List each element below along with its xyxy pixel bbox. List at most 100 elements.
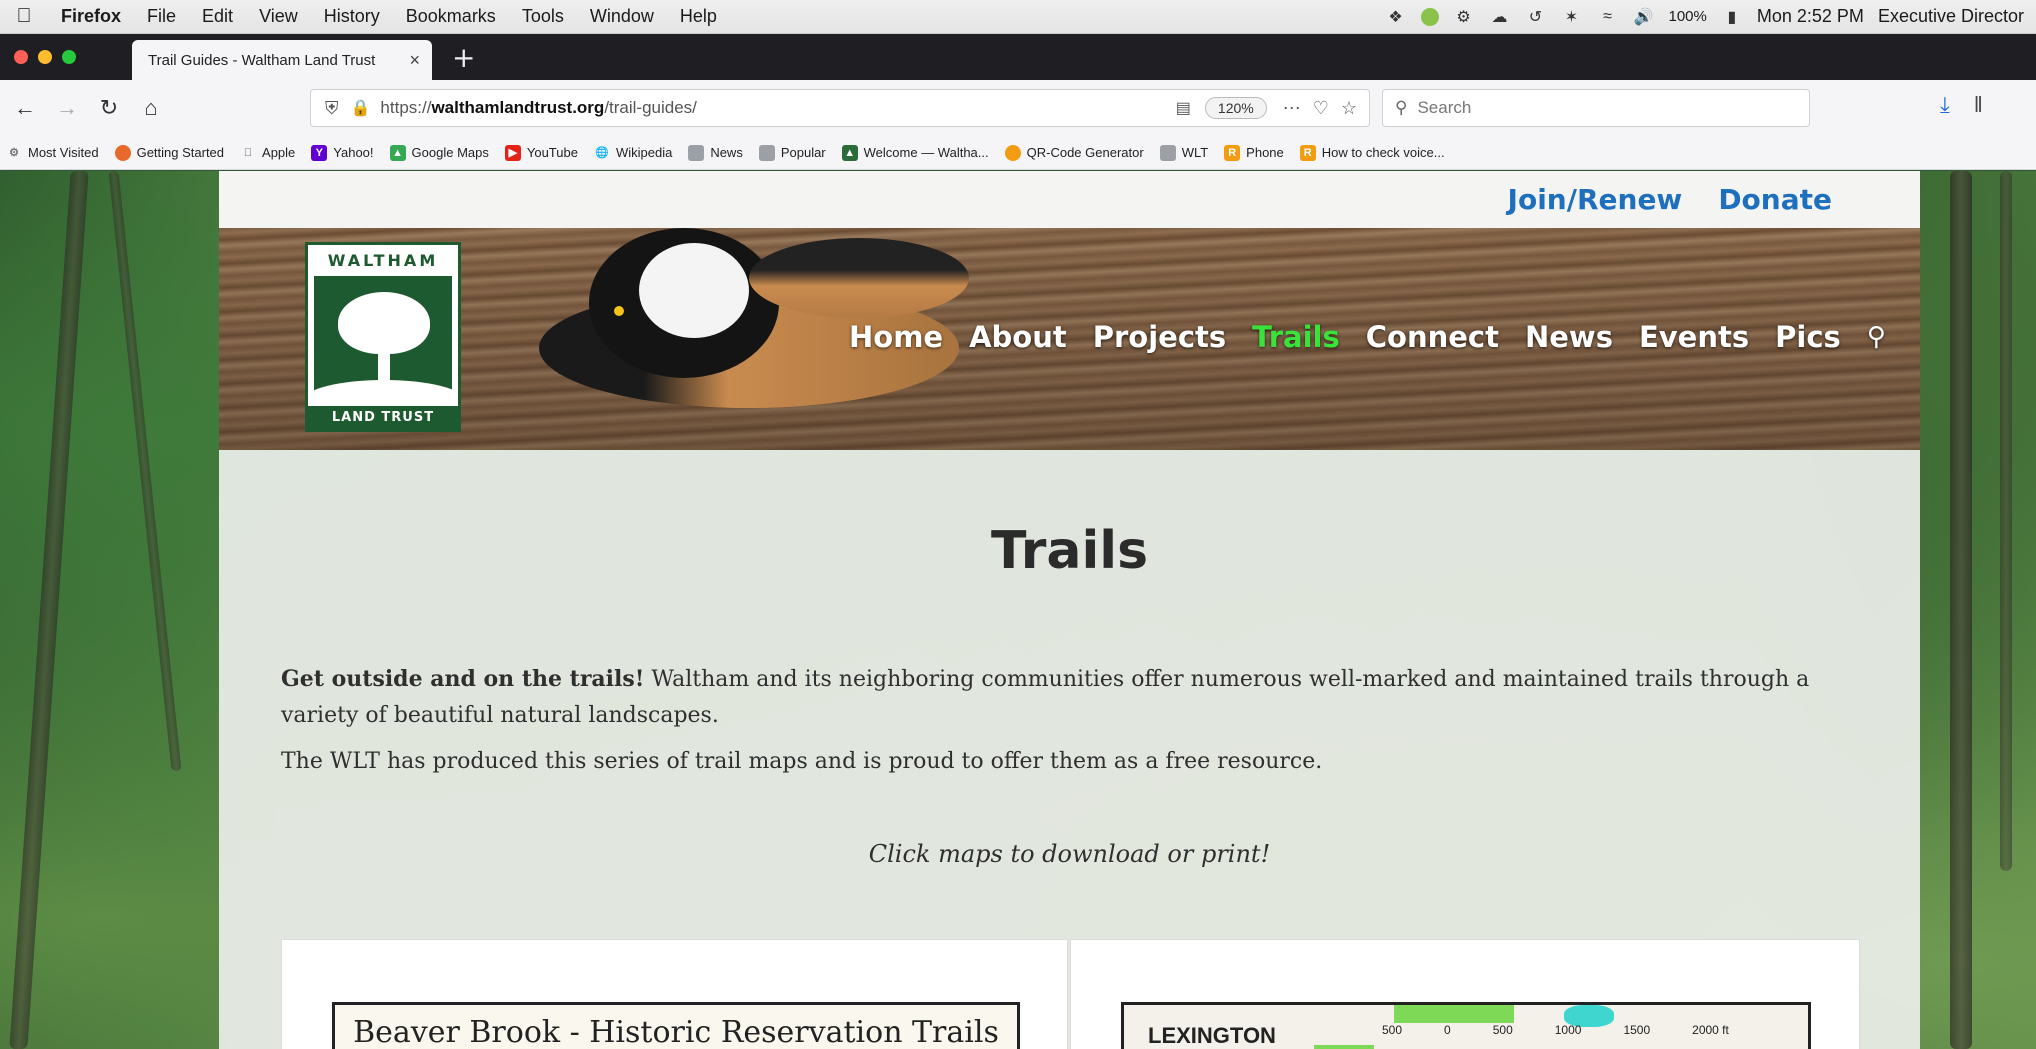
search-bar[interactable]: ⚲ Search [1382,89,1810,127]
cloud-icon[interactable]: ☁ [1489,6,1511,28]
forward-icon[interactable]: → [50,91,84,125]
folder-icon [688,144,705,161]
tab-trail-guides[interactable]: Trail Guides - Waltham Land Trust × [132,40,432,80]
bookmark-apple[interactable]:  Apple [240,145,295,161]
header-banner: WALTHAM LAND TRUST Home About Projects T… [219,228,1920,450]
bookmark-youtube[interactable]: ▶ YouTube [504,144,578,161]
nav-events[interactable]: Events [1639,320,1749,354]
nav-pics[interactable]: Pics [1775,320,1841,354]
logo-text-top: WALTHAM [327,251,439,270]
bookmark-label: QR-Code Generator [1026,145,1144,160]
beaver-brook-map-thumbnail[interactable]: Beaver Brook - Historic Reservation Trai… [332,1002,1020,1049]
lexington-map-thumbnail[interactable]: LEXINGTON 500 0 500 1000 1500 2000 ft [1121,1002,1811,1049]
macos-menubar:  Firefox File Edit View History Bookmar… [0,0,2036,34]
scale-label: 500 [1382,1023,1403,1037]
new-tab-button[interactable]: + [432,41,493,80]
bluetooth-icon[interactable]: ✶ [1561,6,1583,28]
tracking-shield-icon[interactable]: ⛨ [325,98,339,119]
menu-view[interactable]: View [246,6,311,27]
bookmark-label: YouTube [526,145,578,160]
trail-map-card[interactable]: Beaver Brook - Historic Reservation Trai… [281,939,1068,1049]
bookmark-yahoo[interactable]: Y Yahoo! [311,144,374,161]
search-icon: ⚲ [1395,98,1408,117]
url-text[interactable]: https://walthamlandtrust.org/trail-guide… [380,98,1175,118]
menu-bookmarks[interactable]: Bookmarks [393,6,509,27]
zoom-level[interactable]: 120% [1204,97,1267,119]
downloads-icon[interactable]: ⤓ [1940,92,1950,118]
waltham-land-trust-logo[interactable]: WALTHAM LAND TRUST [305,242,461,432]
sync-icon[interactable]: ⚙ [1453,6,1475,28]
trail-map-card[interactable]: LEXINGTON 500 0 500 1000 1500 2000 ft [1070,939,1860,1049]
nav-connect[interactable]: Connect [1366,320,1499,354]
clock[interactable]: Mon 2:52 PM [1757,6,1864,27]
bookmark-news[interactable]: News [688,144,743,161]
close-window-button[interactable] [14,50,28,64]
bookmark-google-maps[interactable]: ▲ Google Maps [389,144,489,161]
ground-icon [314,380,452,402]
menu-file[interactable]: File [134,6,189,27]
nav-toolbar: ← → ↻ ⌂ ⛨ 🔒 https://walthamlandtrust.org… [0,80,2036,136]
bookmark-label: WLT [1181,145,1209,160]
map-place-label: LEXINGTON [1148,1023,1276,1048]
zoom-window-button[interactable] [62,50,76,64]
pocket-icon[interactable]: ♡ [1313,98,1329,119]
apple-icon:  [240,145,256,161]
bookmark-label: Phone [1246,145,1284,160]
menubar-status-area: ❖ ⚙ ☁ ↺ ✶ ≈ 🔊 100% ▮ Mon 2:52 PM Executi… [1385,6,2036,28]
tab-close-icon[interactable]: × [409,50,420,71]
library-icon[interactable]: ‖ [1974,92,1983,118]
scale-label: 0 [1444,1023,1451,1037]
map-green-area [1394,1005,1514,1023]
volume-icon[interactable]: 🔊 [1633,6,1655,28]
apple-menu-icon[interactable]:  [0,5,48,28]
wifi-icon[interactable]: ≈ [1597,6,1619,28]
bookmark-phone[interactable]: R Phone [1224,144,1284,161]
map-title: Beaver Brook - Historic Reservation Trai… [353,1015,999,1049]
minimize-window-button[interactable] [38,50,52,64]
url-path: /trail-guides/ [604,98,697,117]
menu-tools[interactable]: Tools [509,6,577,27]
menu-edit[interactable]: Edit [189,6,246,27]
bookmark-most-visited[interactable]: ⚙ Most Visited [6,145,99,161]
dropbox-icon[interactable]: ❖ [1385,6,1407,28]
globe-icon: 🌐 [595,147,609,159]
bookmark-popular[interactable]: Popular [758,144,826,161]
nav-projects[interactable]: Projects [1093,320,1226,354]
site-search-icon[interactable]: ⚲ [1867,322,1886,352]
bookmark-voice[interactable]: R How to check voice... [1299,144,1445,161]
back-icon[interactable]: ← [8,91,42,125]
lock-icon[interactable]: 🔒 [351,98,371,118]
background-tree-trunk [108,171,182,771]
map-green-area [1314,1045,1374,1049]
menu-window[interactable]: Window [577,6,667,27]
bookmark-wikipedia[interactable]: 🌐 Wikipedia [594,145,672,161]
nav-news[interactable]: News [1525,320,1613,354]
donate-link[interactable]: Donate [1718,183,1832,216]
page-actions-icon[interactable]: ⋯ [1283,98,1301,119]
menu-history[interactable]: History [311,6,393,27]
site-topbar: Join/Renew Donate [219,171,1920,228]
nav-home[interactable]: Home [849,320,943,354]
home-icon[interactable]: ⌂ [134,91,168,125]
join-renew-link[interactable]: Join/Renew [1508,183,1683,216]
menu-help[interactable]: Help [667,6,730,27]
bookmark-getting-started[interactable]: Getting Started [114,144,224,161]
bookmark-star-icon[interactable]: ☆ [1341,98,1357,119]
reader-view-icon[interactable]: ▤ [1176,98,1191,118]
reload-icon[interactable]: ↻ [92,91,126,125]
download-hint: Click maps to download or print! [868,840,1271,868]
status-app-icon[interactable] [1420,7,1439,26]
user-name[interactable]: Executive Director [1878,6,2024,27]
background-tree-trunk [1950,171,1972,1049]
menu-app-firefox[interactable]: Firefox [48,6,134,27]
url-bar[interactable]: ⛨ 🔒 https://walthamlandtrust.org/trail-g… [310,89,1370,127]
time-machine-icon[interactable]: ↺ [1525,6,1547,28]
tree-canopy-icon [338,292,430,354]
yahoo-icon: Y [311,144,328,161]
bookmark-qr-code[interactable]: QR-Code Generator [1004,144,1144,161]
bookmark-welcome-waltham[interactable]: ▲ Welcome — Waltha... [841,144,989,161]
battery-icon[interactable]: ▮ [1721,6,1743,28]
nav-about[interactable]: About [969,320,1067,354]
nav-trails[interactable]: Trails [1252,320,1340,354]
bookmark-wlt[interactable]: WLT [1159,144,1209,161]
